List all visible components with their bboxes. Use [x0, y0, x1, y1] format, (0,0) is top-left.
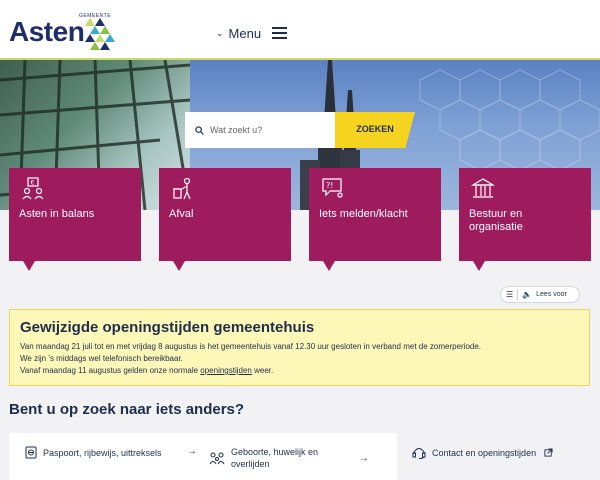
quick-links-panel: Paspoort, rijbewijs, uittreksels → Geboo… — [9, 433, 397, 480]
notice-line-3: Vanaf maandag 11 augustus gelden onze no… — [20, 365, 579, 377]
notice-banner: Gewijzigde openingstijden gemeentehuis V… — [9, 309, 590, 386]
menu-button[interactable]: ⌄ Menu — [216, 24, 288, 42]
passport-icon — [25, 446, 37, 459]
arrow-right-icon: → — [187, 446, 197, 457]
link-paspoort[interactable]: Paspoort, rijbewijs, uittreksels → — [25, 446, 197, 459]
read-aloud-label: Lees voor — [536, 291, 567, 298]
tile-bestuur-en-organisatie[interactable]: Bestuur en organisatie — [459, 168, 591, 271]
notice-title: Gewijzigde openingstijden gemeentehuis — [20, 319, 315, 336]
link-label: Paspoort, rijbewijs, uittreksels — [43, 447, 162, 458]
search-input[interactable] — [210, 125, 328, 135]
hamburger-icon — [272, 27, 288, 39]
read-aloud-button[interactable]: ☰ 🔈 Lees voor — [500, 286, 580, 303]
arrow-right-icon: → — [359, 453, 369, 464]
balance-people-icon: € — [22, 177, 44, 200]
menu-icon: ☰ — [506, 290, 514, 299]
svg-text:?!: ?! — [326, 181, 333, 190]
tile-label: Bestuur en organisatie — [469, 208, 523, 233]
notice-line-3-end: weer. — [251, 366, 274, 375]
tile-afval[interactable]: Afval — [159, 168, 291, 271]
tile-asten-in-balans[interactable]: € Asten in balans — [9, 168, 141, 271]
link-label: Geboorte, huwelijk en overlijden — [231, 447, 319, 469]
notice-line-3-text: Vanaf maandag 11 augustus gelden onze no… — [20, 366, 201, 375]
logo-text: Asten — [9, 16, 85, 47]
tile-iets-melden-klacht[interactable]: ?! Iets melden/klacht — [309, 168, 441, 271]
chevron-down-icon: ⌄ — [216, 27, 224, 38]
link-contact[interactable]: Contact en openingstijden — [412, 446, 553, 459]
tile-label: Asten in balans — [19, 208, 95, 220]
link-geboorte[interactable]: Geboorte, huwelijk en overlijden → — [209, 446, 379, 470]
divider — [517, 289, 519, 300]
tile-label: Iets melden/klacht — [319, 208, 408, 220]
asten-logo[interactable]: Asten GEMEENTE — [9, 10, 119, 52]
section-title: Bent u op zoek naar iets anders? — [9, 401, 245, 418]
logo-triangles-icon — [85, 18, 115, 50]
speaker-icon: 🔈 — [522, 290, 533, 299]
notice-line-1: Van maandag 21 juli tot en met vrijdag 8… — [20, 342, 482, 351]
svg-text:€: € — [31, 180, 35, 187]
search-field[interactable] — [185, 112, 335, 148]
site-header: Asten GEMEENTE ⌄ Menu — [0, 0, 600, 60]
search-icon — [195, 125, 204, 135]
menu-label: Menu — [228, 25, 262, 41]
openingstijden-link[interactable]: openingstijden — [200, 366, 252, 375]
external-link-icon — [544, 448, 553, 457]
headset-icon — [412, 448, 426, 459]
waste-person-icon — [173, 177, 191, 200]
family-icon — [209, 452, 225, 465]
townhall-icon — [471, 178, 495, 198]
tile-label: Afval — [169, 208, 194, 220]
search-bar: ZOEKEN — [185, 112, 415, 148]
notice-line-2: We zijn ’s middags wel telefonisch berei… — [20, 354, 183, 363]
link-label: Contact en openingstijden — [432, 447, 537, 458]
search-button[interactable]: ZOEKEN — [335, 112, 415, 148]
report-speech-icon: ?! — [322, 178, 343, 198]
